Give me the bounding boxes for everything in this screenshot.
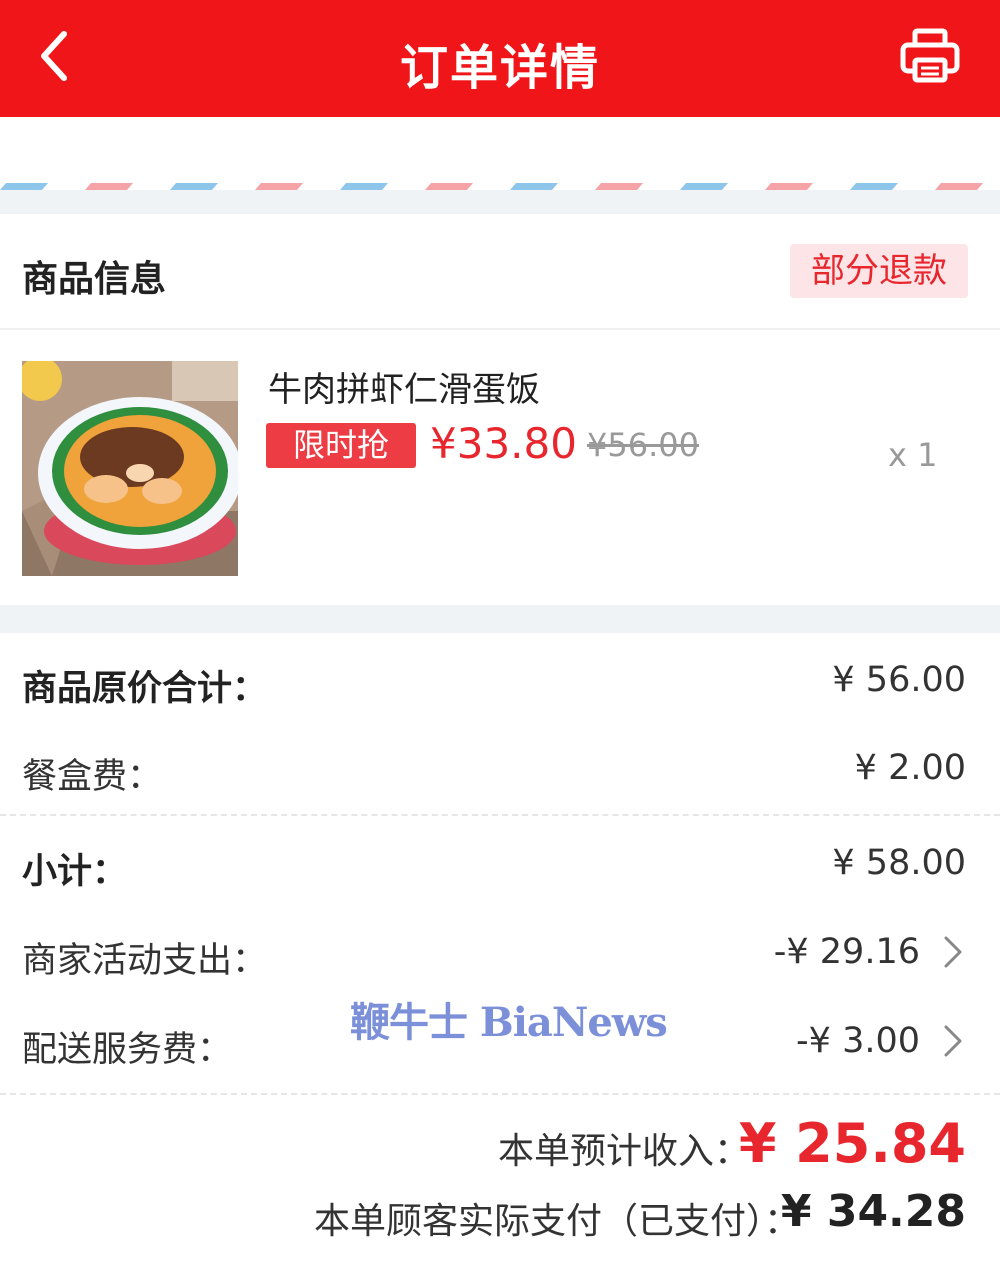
product-image[interactable] — [22, 361, 238, 576]
chevron-right-icon[interactable] — [942, 934, 964, 970]
customer-paid-value: ¥ 34.28 — [780, 1186, 966, 1237]
product-quantity: x 1 — [888, 436, 938, 474]
original-total-value: ¥ 56.00 — [832, 660, 966, 700]
original-total-label: 商品原价合计： — [22, 669, 268, 709]
dashed-divider — [0, 814, 1000, 816]
rice-bowl-photo — [22, 361, 238, 576]
product-original-price: ¥56.00 — [587, 426, 699, 464]
box-fee-label: 餐盒费： — [22, 757, 163, 797]
watermark: 鞭牛士 BiaNews — [350, 999, 668, 1046]
app-header: 订单详情 — [0, 0, 1000, 117]
flash-sale-tag: 限时抢 — [266, 423, 416, 468]
delivery-fee-label[interactable]: 配送服务费： — [22, 1021, 232, 1072]
status-badge: 部分退款 — [790, 244, 968, 298]
income-value: ¥ 25.84 — [738, 1112, 966, 1175]
subtotal-label: 小计： — [22, 852, 128, 892]
dashed-divider — [0, 1093, 1000, 1095]
merchant-activity-label[interactable]: 商家活动支出： — [22, 932, 267, 983]
customer-paid-label: 本单顾客实际支付（已支付）： — [313, 1201, 800, 1242]
product-price: ¥33.80 — [430, 419, 577, 468]
print-button[interactable] — [900, 28, 960, 84]
merchant-activity-value[interactable]: -¥ 29.16 — [774, 932, 920, 972]
page-title: 订单详情 — [399, 40, 600, 96]
product-name[interactable]: 牛肉拼虾仁滑蛋饭 — [268, 362, 540, 411]
section-separator — [0, 605, 1000, 633]
envelope-stripe-decoration — [0, 183, 1000, 190]
subtotal-value: ¥ 58.00 — [832, 843, 966, 883]
printer-icon — [900, 28, 960, 83]
section-separator — [0, 190, 1000, 214]
product-section-title: 商品信息 — [22, 259, 167, 300]
box-fee-value: ¥ 2.00 — [854, 748, 966, 788]
divider — [0, 328, 1000, 330]
delivery-fee-value[interactable]: -¥ 3.00 — [796, 1021, 920, 1061]
income-label: 本单预计收入： — [497, 1131, 750, 1172]
chevron-right-icon[interactable] — [942, 1023, 964, 1059]
